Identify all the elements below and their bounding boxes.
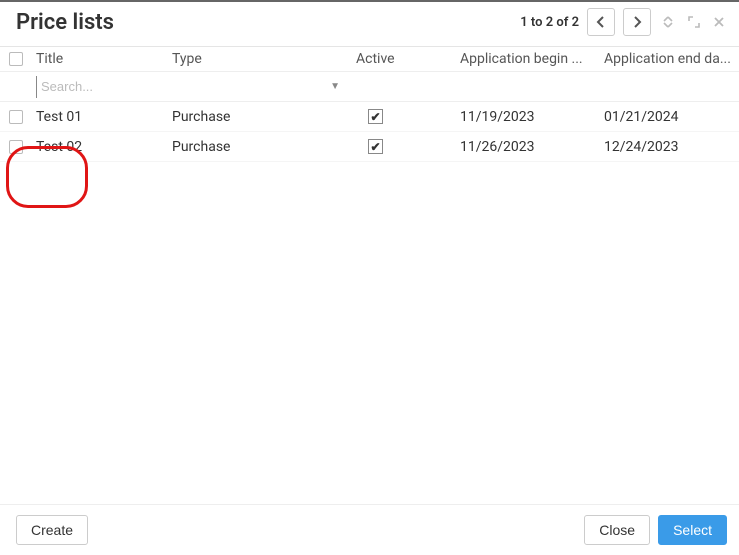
column-header-active[interactable]: Active [356, 51, 460, 67]
cell-end: 01/21/2024 [604, 109, 732, 125]
select-button[interactable]: Select [658, 515, 727, 545]
cell-type: Purchase [172, 139, 356, 155]
select-all-checkbox[interactable] [9, 52, 23, 66]
cell-type: Purchase [172, 109, 356, 125]
expand-icon[interactable] [685, 15, 703, 29]
prev-page-button[interactable] [587, 8, 615, 36]
close-icon[interactable] [711, 16, 727, 28]
next-page-button[interactable] [623, 8, 651, 36]
cell-title: Test 01 [32, 109, 172, 125]
cell-active: ✔ [356, 139, 460, 155]
collapse-icon[interactable] [659, 15, 677, 29]
pager-text: 1 to 2 of 2 [520, 15, 579, 30]
column-header-begin[interactable]: Application begin ... [460, 51, 604, 67]
cell-begin: 11/19/2023 [460, 109, 604, 125]
table-row[interactable]: Test 02 Purchase ✔ 11/26/2023 12/24/2023 [0, 132, 739, 162]
column-header-title[interactable]: Title [32, 51, 172, 67]
check-icon: ✔ [368, 139, 383, 154]
footer-bar: Create Close Select [0, 504, 739, 555]
chevron-right-icon [632, 16, 642, 28]
close-button[interactable]: Close [584, 515, 650, 545]
table-row[interactable]: Test 01 Purchase ✔ 11/19/2023 01/21/2024 [0, 102, 739, 132]
table-area: Title Type Active Application begin ... … [0, 47, 739, 504]
chevron-left-icon [596, 16, 606, 28]
header-bar: Price lists 1 to 2 of 2 [0, 2, 739, 47]
column-header-type[interactable]: Type [172, 51, 356, 67]
caret-down-icon: ▼ [330, 81, 340, 92]
column-header-end[interactable]: Application end da... [604, 51, 732, 67]
row-checkbox[interactable] [9, 140, 23, 154]
cell-end: 12/24/2023 [604, 139, 732, 155]
row-checkbox[interactable] [9, 110, 23, 124]
cell-title: Test 02 [32, 139, 172, 155]
cell-active: ✔ [356, 109, 460, 125]
filter-row: ▼ [0, 72, 739, 102]
type-filter-dropdown[interactable]: ▼ [172, 81, 356, 92]
title-filter-input[interactable] [36, 76, 172, 98]
table-header-row: Title Type Active Application begin ... … [0, 47, 739, 72]
cell-begin: 11/26/2023 [460, 139, 604, 155]
create-button[interactable]: Create [16, 515, 88, 545]
page-title: Price lists [16, 10, 114, 35]
check-icon: ✔ [368, 109, 383, 124]
pager: 1 to 2 of 2 [520, 8, 727, 36]
